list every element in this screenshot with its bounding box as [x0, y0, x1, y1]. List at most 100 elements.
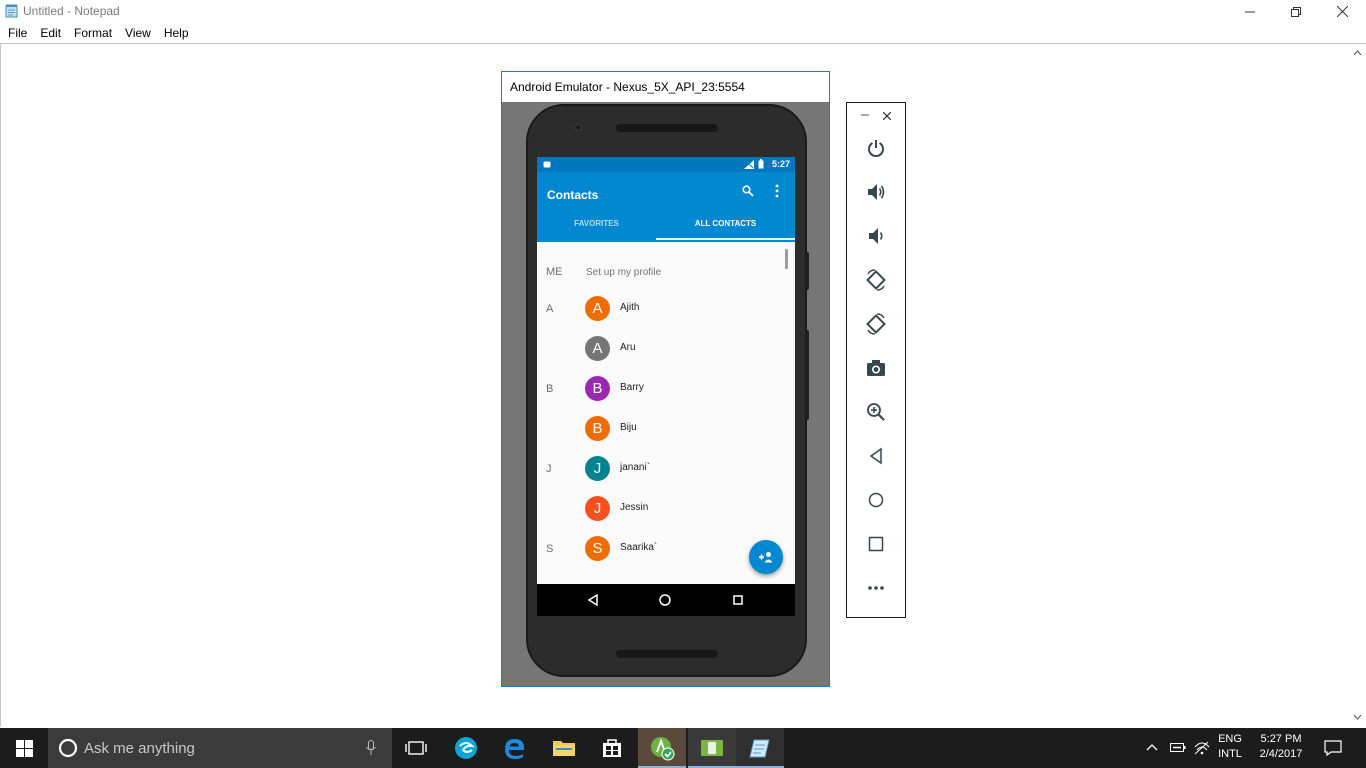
contact-name[interactable]: Biju — [620, 422, 637, 433]
contact-name[interactable]: janani` — [620, 462, 650, 473]
keyboard-layout: INTL — [1218, 748, 1242, 760]
add-person-icon — [759, 552, 773, 563]
contact-name[interactable]: Saarika` — [620, 542, 657, 553]
battery-icon — [758, 159, 764, 169]
minimize-icon — [1245, 11, 1255, 12]
volume-up-button[interactable] — [864, 180, 888, 204]
wifi-icon[interactable] — [1194, 741, 1210, 755]
contact-name[interactable]: Aru — [620, 342, 636, 353]
emulator-titlebar[interactable]: Android Emulator - Nexus_5X_API_23:5554 — [502, 72, 829, 102]
list-scrollbar — [785, 249, 788, 269]
volume-up-icon — [868, 184, 885, 200]
emulator-window: Android Emulator - Nexus_5X_API_23:5554 … — [501, 71, 830, 687]
emulator-toolbar — [846, 102, 906, 618]
contact-name[interactable]: Ajith — [620, 302, 639, 313]
me-label: ME — [546, 266, 563, 278]
clock[interactable]: 5:27 PM 2/4/2017 — [1251, 733, 1311, 760]
bottom-speaker — [616, 650, 718, 658]
section-header: S — [546, 543, 554, 555]
overview-button[interactable] — [864, 532, 888, 556]
section-header: B — [546, 383, 554, 395]
battery-tray-icon[interactable] — [1170, 742, 1186, 753]
menu-view[interactable]: View — [125, 26, 151, 40]
minimize-button[interactable] — [1227, 0, 1273, 23]
section-header: A — [546, 303, 554, 315]
add-contact-button[interactable] — [749, 540, 783, 574]
taskbar-app-file-explorer[interactable] — [540, 728, 588, 768]
nav-home-icon[interactable] — [659, 594, 671, 606]
tab-favorites[interactable]: FAVORITES — [537, 219, 656, 228]
rotate-left-button[interactable] — [864, 268, 888, 292]
android-studio-icon — [651, 737, 675, 761]
taskbar-app-store[interactable] — [588, 728, 636, 768]
language-code: ENG — [1218, 733, 1242, 745]
task-view-button[interactable] — [392, 728, 440, 768]
emulator-app-icon — [701, 740, 723, 756]
tab-all-contacts[interactable]: ALL CONTACTS — [666, 219, 785, 228]
contact-name[interactable]: Jessin — [620, 502, 648, 513]
task-view-icon — [405, 741, 427, 755]
store-icon — [603, 739, 621, 757]
taskbar-app-skype[interactable] — [442, 728, 490, 768]
rotate-left-icon — [866, 269, 886, 291]
notepad-app-icon — [749, 739, 770, 758]
zoom-button[interactable] — [864, 400, 888, 424]
menu-file[interactable]: File — [8, 26, 27, 40]
restore-button[interactable] — [1273, 0, 1319, 23]
power-button[interactable] — [864, 136, 888, 160]
clock-date: 2/4/2017 — [1259, 748, 1303, 760]
more-button[interactable] — [864, 576, 888, 600]
screenshot-button[interactable] — [864, 356, 888, 380]
home-icon — [868, 492, 884, 508]
overflow-menu-icon[interactable] — [775, 184, 779, 198]
scroll-up-icon[interactable] — [1353, 50, 1362, 56]
vertical-scrollbar[interactable] — [1349, 43, 1366, 727]
volume-down-button[interactable] — [864, 224, 888, 248]
contact-avatar[interactable]: J — [585, 456, 610, 481]
action-center-icon[interactable] — [1324, 740, 1342, 756]
home-button[interactable] — [864, 488, 888, 512]
rotate-right-button[interactable] — [864, 312, 888, 336]
nav-recents-icon[interactable] — [733, 595, 743, 605]
search-icon[interactable] — [742, 185, 754, 197]
menu-help[interactable]: Help — [164, 26, 189, 40]
status-bar: 5:27 — [537, 157, 795, 172]
camera-icon — [867, 360, 885, 376]
toolbar-minimize-icon[interactable] — [861, 111, 869, 119]
microphone-icon[interactable] — [366, 740, 376, 756]
contact-avatar[interactable]: B — [585, 376, 610, 401]
nav-back-icon[interactable] — [588, 594, 598, 606]
setup-profile-link[interactable]: Set up my profile — [586, 267, 661, 278]
taskbar-app-emulator[interactable] — [688, 728, 736, 768]
taskbar-app-edge[interactable] — [490, 728, 538, 768]
language-indicator[interactable]: ENG INTL — [1213, 733, 1247, 760]
back-button[interactable] — [864, 444, 888, 468]
contact-avatar[interactable]: A — [585, 296, 610, 321]
notepad-icon — [5, 4, 18, 18]
toolbar-close-icon[interactable] — [883, 112, 891, 120]
menu-format[interactable]: Format — [74, 26, 112, 40]
camera-dot — [575, 124, 582, 131]
close-icon — [1336, 6, 1348, 17]
scroll-down-icon[interactable] — [1353, 714, 1362, 720]
window-title: Untitled - Notepad — [23, 4, 120, 18]
section-header: J — [546, 463, 552, 475]
chevron-up-icon[interactable] — [1146, 743, 1158, 751]
search-placeholder: Ask me anything — [84, 740, 195, 757]
contact-avatar[interactable]: S — [585, 536, 610, 561]
android-nav-bar — [537, 584, 795, 616]
contact-name[interactable]: Barry — [620, 382, 644, 393]
cortana-search-box[interactable]: Ask me anything — [48, 728, 392, 768]
cortana-icon — [58, 738, 78, 758]
start-button[interactable] — [0, 728, 48, 768]
close-button[interactable] — [1319, 0, 1365, 23]
rotate-right-icon — [866, 313, 886, 335]
contact-avatar[interactable]: A — [585, 336, 610, 361]
taskbar-app-android-studio[interactable] — [638, 728, 686, 768]
taskbar-app-notepad[interactable] — [736, 728, 784, 768]
power-icon — [868, 140, 884, 157]
contact-avatar[interactable]: J — [585, 496, 610, 521]
menu-edit[interactable]: Edit — [40, 26, 61, 40]
contact-avatar[interactable]: B — [585, 416, 610, 441]
phone-screen[interactable]: 5:27 Contacts FAVORITES ALL CONTACTS ME … — [537, 157, 795, 616]
